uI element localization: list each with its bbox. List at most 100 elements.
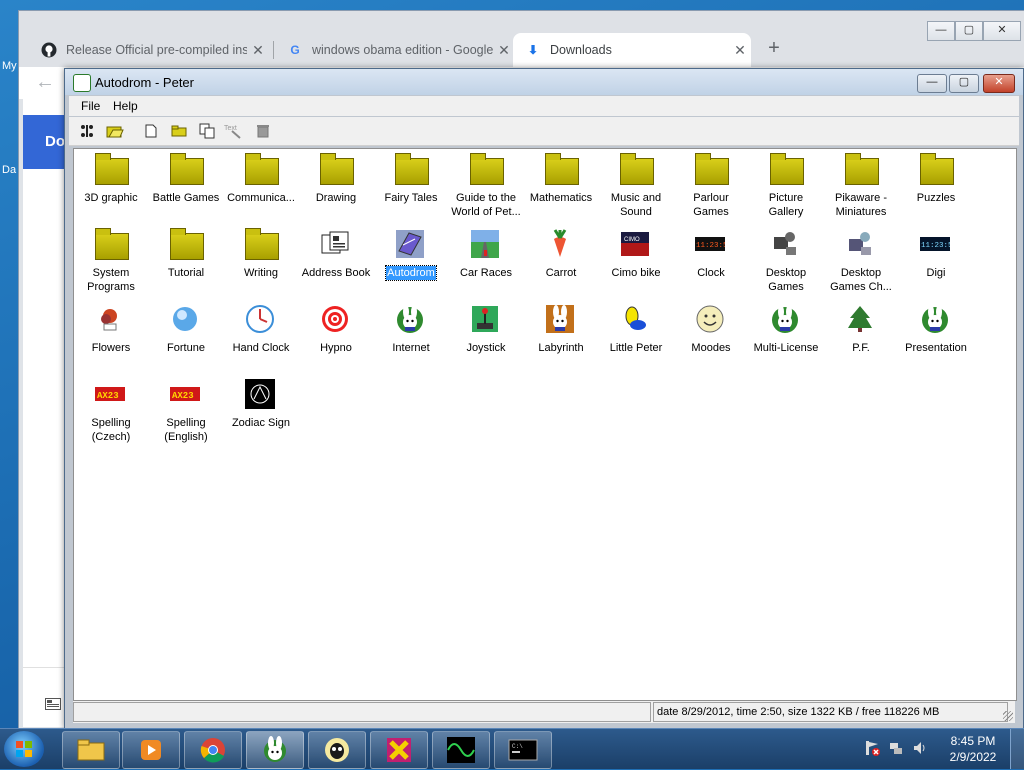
program-item[interactable]: Little Peter (599, 303, 673, 355)
media-player-icon[interactable] (122, 731, 180, 769)
svg-text:11:23:51: 11:23:51 (696, 242, 725, 250)
cimo-bike-icon: CIMO (619, 228, 653, 262)
program-item[interactable]: Desktop Games (749, 228, 823, 294)
folder-item[interactable]: Tutorial (149, 228, 223, 280)
program-item[interactable]: Desktop Games Ch... (824, 228, 898, 294)
menu-help[interactable]: Help (113, 99, 138, 113)
back-arrow-icon[interactable]: ← (35, 71, 55, 94)
item-label: Drawing (315, 192, 357, 204)
folder-item[interactable]: Communica... (224, 153, 298, 205)
close-button[interactable]: ✕ (983, 74, 1015, 93)
program-item[interactable]: Car Races (449, 228, 523, 280)
item-label: Desktop Games (765, 267, 807, 293)
tab-github[interactable]: Release Official pre-compiled ins ✕ (29, 33, 269, 67)
start-button[interactable] (4, 731, 44, 767)
program-item[interactable]: Internet (374, 303, 448, 355)
item-label: Car Races (460, 267, 512, 279)
chrome-icon[interactable] (184, 731, 242, 769)
show-desktop-button[interactable] (1010, 729, 1024, 769)
desktop-label[interactable]: My (2, 60, 17, 72)
open-folder-icon (45, 698, 61, 710)
open-icon[interactable] (105, 121, 125, 141)
program-item[interactable]: Presentation (899, 303, 973, 355)
new-folder-icon[interactable] (169, 121, 189, 141)
rename-icon[interactable]: Text (223, 121, 243, 141)
copy-icon[interactable] (197, 121, 217, 141)
program-item[interactable]: 11:23:51 Clock (674, 228, 748, 280)
folder-item[interactable]: Drawing (299, 153, 373, 205)
folder-item[interactable]: Picture Gallery (749, 153, 823, 219)
tab-google[interactable]: G windows obama edition - Google ✕ (275, 33, 515, 67)
network-icon[interactable] (77, 121, 97, 141)
folder-item[interactable]: Guide to the World of Pet... (449, 153, 523, 219)
folder-item[interactable]: Parlour Games (674, 153, 748, 219)
program-item[interactable]: CIMO Cimo bike (599, 228, 673, 280)
folder-item[interactable]: Puzzles (899, 153, 973, 205)
window-title: Autodrom - Peter (95, 75, 194, 90)
trash-icon[interactable] (253, 121, 273, 141)
program-item[interactable]: Labyrinth (524, 303, 598, 355)
program-item[interactable]: Zodiac Sign (224, 378, 298, 430)
folder-item[interactable]: Mathematics (524, 153, 598, 205)
program-item[interactable]: AX23 Spelling (English) (149, 378, 223, 444)
item-label: Autodrom (385, 265, 437, 281)
close-icon[interactable]: ✕ (493, 42, 515, 59)
close-button[interactable]: ✕ (983, 21, 1021, 41)
program-item[interactable]: Joystick (449, 303, 523, 355)
program-item[interactable]: Hypno (299, 303, 373, 355)
program-item[interactable]: Autodrom (374, 228, 448, 281)
item-label: Little Peter (609, 342, 663, 354)
folder-item[interactable]: 3D graphic (74, 153, 148, 205)
folder-item[interactable]: Battle Games (149, 153, 223, 205)
new-file-icon[interactable] (141, 121, 161, 141)
program-item[interactable]: Fortune (149, 303, 223, 355)
title-bar[interactable]: Autodrom - Peter — ▢ ✕ (65, 69, 1023, 95)
program-item[interactable]: Moodes (674, 303, 748, 355)
clock[interactable]: 8:45 PM 2/9/2022 (944, 733, 1002, 765)
folder-item[interactable]: Fairy Tales (374, 153, 448, 205)
spelling-icon: AX23 (94, 378, 128, 412)
action-center-icon[interactable] (864, 740, 880, 759)
maximize-button[interactable]: ▢ (955, 21, 983, 41)
item-label: Tutorial (167, 267, 205, 279)
folder-item[interactable]: Writing (224, 228, 298, 280)
svg-text:11:23:51: 11:23:51 (921, 242, 950, 250)
alien-icon[interactable] (308, 731, 366, 769)
oscilloscope-icon[interactable] (432, 731, 490, 769)
program-item[interactable]: Flowers (74, 303, 148, 355)
xtools-icon[interactable] (370, 731, 428, 769)
pikaware-icon[interactable] (246, 731, 304, 769)
network-icon[interactable] (888, 740, 904, 759)
program-item[interactable]: Carrot (524, 228, 598, 280)
tab-separator (273, 41, 274, 59)
folder-item[interactable]: Pikaware - Miniatures (824, 153, 898, 219)
status-info: date 8/29/2012, time 2:50, size 1322 KB … (653, 702, 1008, 722)
program-item[interactable]: 11:23:51 Digi (899, 228, 973, 280)
program-item[interactable]: Address Book (299, 228, 373, 280)
minimize-button[interactable]: — (927, 21, 955, 41)
program-item[interactable]: Multi-License (749, 303, 823, 355)
program-item[interactable]: Hand Clock (224, 303, 298, 355)
item-label: Pikaware - Miniatures (835, 192, 887, 218)
item-label: Communica... (227, 192, 295, 204)
maximize-button[interactable]: ▢ (949, 74, 979, 93)
program-item[interactable]: P.F. (824, 303, 898, 355)
downloads-header: Do (23, 115, 67, 169)
minimize-button[interactable]: — (917, 74, 947, 93)
desktop-label[interactable]: Da (2, 164, 16, 176)
folder-item[interactable]: System Programs (74, 228, 148, 294)
volume-icon[interactable] (912, 740, 928, 759)
resize-grip-icon[interactable] (1003, 711, 1013, 721)
item-label: Music and Sound (610, 192, 662, 218)
new-tab-button[interactable]: + (761, 35, 787, 61)
close-icon[interactable]: ✕ (729, 42, 751, 59)
close-icon[interactable]: ✕ (247, 42, 269, 59)
item-label: Hypno (320, 342, 352, 354)
folder-item[interactable]: Music and Sound (599, 153, 673, 219)
explorer-icon[interactable] (62, 731, 120, 769)
menu-file[interactable]: File (81, 99, 100, 113)
cmd-icon[interactable]: C:\ (494, 731, 552, 769)
program-item[interactable]: AX23 Spelling (Czech) (74, 378, 148, 444)
downloads-footer (23, 667, 69, 728)
tab-downloads[interactable]: ⬇ Downloads ✕ (513, 33, 751, 67)
